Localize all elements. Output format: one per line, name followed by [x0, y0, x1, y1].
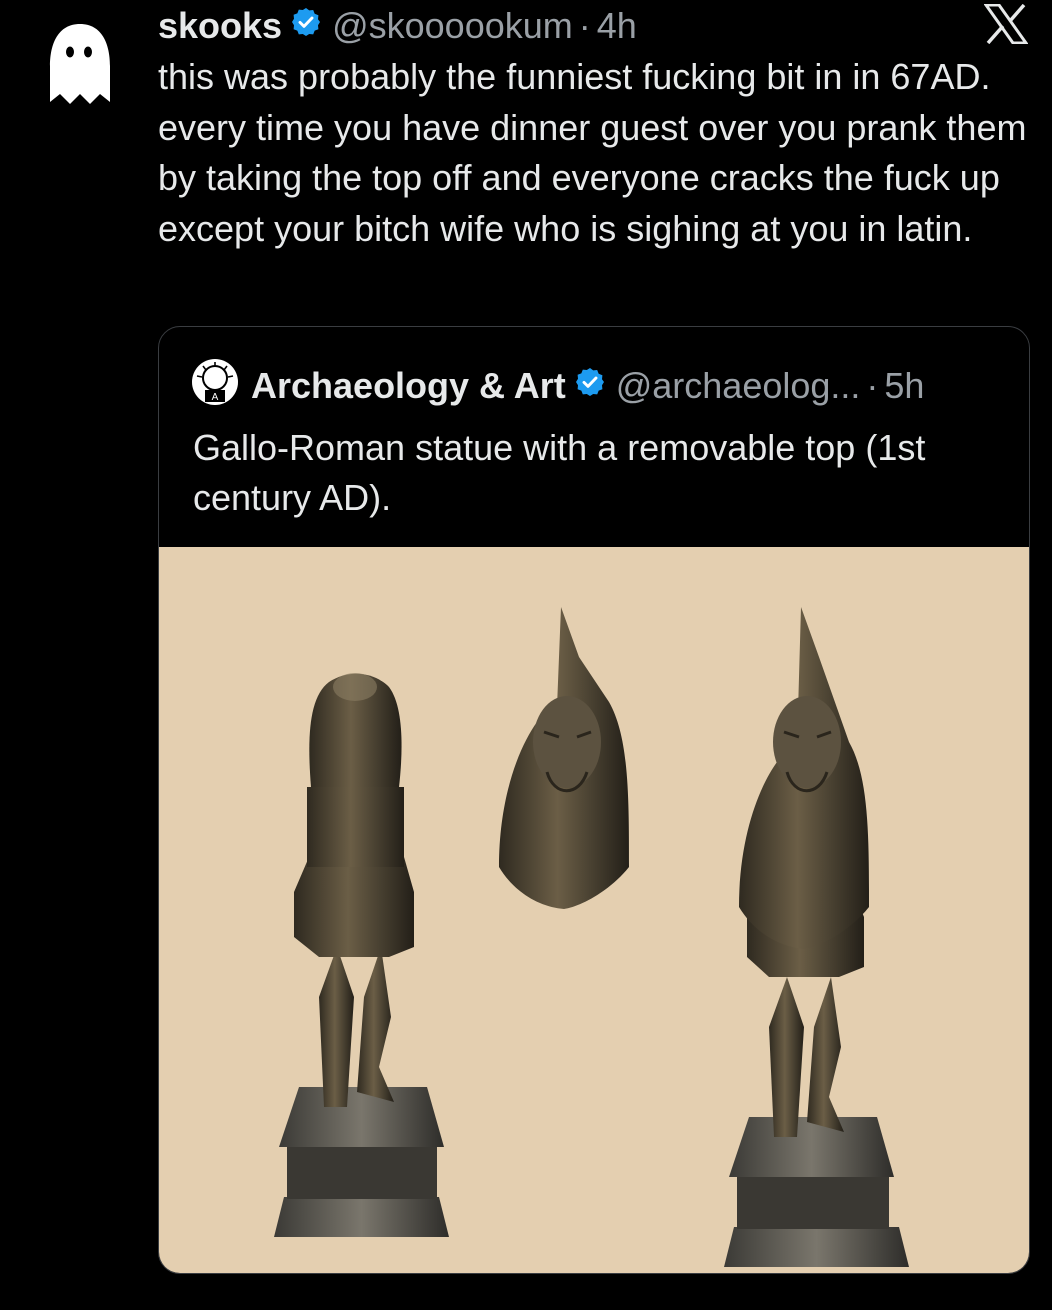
verified-badge-icon — [566, 365, 616, 407]
author-name[interactable]: skooks — [158, 5, 282, 47]
ghost-icon[interactable] — [44, 22, 116, 110]
quoted-tweet-header: A Archaeology & Art @archaeolog... · 5h — [191, 358, 924, 411]
separator-dot: · — [578, 5, 591, 46]
bronze-statue-photo[interactable] — [159, 547, 1029, 1273]
svg-text:A: A — [212, 392, 219, 403]
tweet-header: skooks @skoooookum · 4h — [158, 2, 637, 50]
quoted-author-handle[interactable]: @archaeolog... — [616, 365, 861, 407]
archaeology-logo-icon[interactable]: A — [191, 358, 251, 415]
quoted-tweet-timestamp[interactable]: 5h — [884, 365, 924, 407]
removable-top — [499, 607, 629, 909]
separator-dot: · — [866, 365, 879, 406]
quoted-tweet-card[interactable]: A Archaeology & Art @archaeolog... · 5h … — [158, 326, 1030, 1274]
quoted-tweet-text: Gallo-Roman statue with a removable top … — [193, 427, 926, 518]
tweet-timestamp[interactable]: 4h — [597, 5, 637, 47]
tweet-text: this was probably the funniest fucking b… — [158, 56, 1027, 249]
statue-complete — [724, 607, 909, 1267]
x-logo-icon — [983, 3, 1029, 45]
quoted-author-name[interactable]: Archaeology & Art — [251, 365, 566, 407]
statue-without-top — [274, 673, 449, 1237]
author-handle[interactable]: @skoooookum — [332, 5, 573, 47]
verified-badge-icon — [282, 5, 332, 47]
